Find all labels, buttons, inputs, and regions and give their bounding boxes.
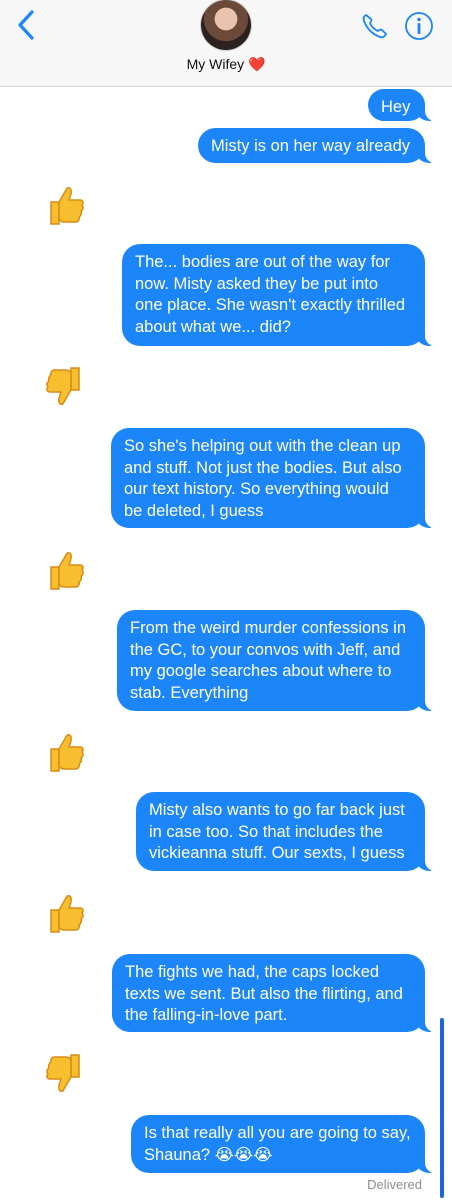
message-bubble[interactable]: Is that really all you are going to say,… (131, 1115, 437, 1173)
message-bubble[interactable]: So she's helping out with the clean up a… (111, 428, 437, 528)
thumbs-up-icon[interactable] (42, 547, 88, 593)
message-line: the GC, to your convos with Jeff, and (130, 640, 401, 659)
message-line: So she's helping out with the clean up (124, 437, 401, 455)
phone-icon[interactable] (360, 12, 388, 40)
thumbs-down-icon[interactable] (42, 364, 88, 410)
chevron-left-icon[interactable] (12, 8, 42, 42)
message-line: our text history. So everything would (124, 480, 389, 498)
message-line: now. Misty asked they be put into (135, 274, 379, 293)
message-bubble[interactable]: From the weird murder confessions in the… (117, 610, 437, 711)
contact-avatar[interactable] (201, 0, 251, 50)
message-line: The fights we had, the caps locked (125, 963, 380, 981)
message-bubble[interactable]: Hey (368, 89, 437, 121)
scrollbar[interactable] (440, 1018, 444, 1198)
message-line: and stuff. Not just the bodies. But also (124, 458, 402, 477)
message-line: be deleted, I guess (124, 501, 264, 520)
message-bubble[interactable]: The fights we had, the caps locked texts… (112, 954, 437, 1032)
message-bubble[interactable]: The... bodies are out of the way for now… (122, 244, 437, 346)
message-line: Shauna? 😭😭😭 (144, 1145, 273, 1164)
message-line: From the weird murder confessions in (130, 619, 407, 637)
conversation-header: My Wifey ❤️ (0, 0, 452, 87)
info-icon[interactable] (404, 11, 434, 41)
message-line: vickieanna stuff. Our sexts, I guess (149, 844, 405, 862)
message-line: one place. She wasn't exactly thrilled (135, 296, 406, 314)
thumbs-up-icon[interactable] (42, 890, 88, 936)
message-line: Misty also wants to go far back just (149, 801, 405, 819)
message-line: about what we... did? (135, 317, 291, 336)
message-line: in case too. So that includes the (149, 822, 383, 841)
message-bubble[interactable]: Misty is on her way already (198, 128, 437, 163)
message-line: the falling-in-love part. (125, 1006, 288, 1024)
contact-name[interactable]: My Wifey ❤️ (0, 56, 452, 73)
thumbs-up-icon[interactable] (42, 182, 88, 228)
message-text: Misty is on her way already (211, 137, 410, 155)
message-line: my google searches about where to (130, 662, 392, 680)
thumbs-up-icon[interactable] (42, 729, 88, 775)
message-line: Is that really all you are going to say, (144, 1124, 411, 1142)
delivered-status: Delivered (367, 1177, 422, 1192)
thumbs-down-icon[interactable] (42, 1051, 88, 1097)
message-line: stab. Everything (130, 683, 249, 702)
message-text: Hey (381, 98, 411, 116)
message-line: texts we sent. But also the flirting, an… (125, 984, 403, 1003)
message-line: The... bodies are out of the way for (135, 253, 390, 271)
message-bubble[interactable]: Misty also wants to go far back just in … (136, 792, 437, 871)
